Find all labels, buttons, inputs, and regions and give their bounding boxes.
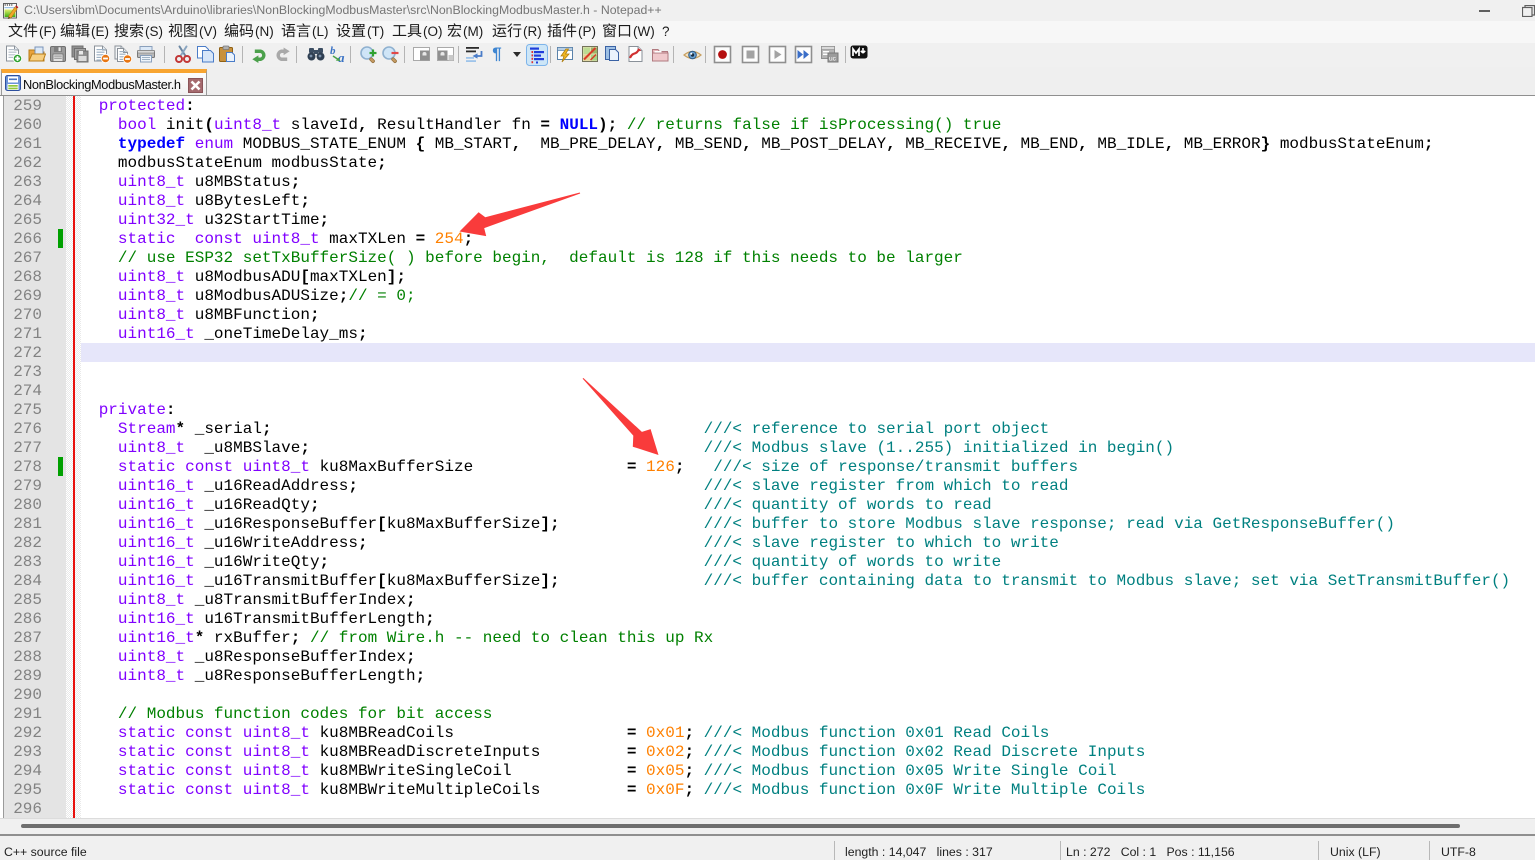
svg-text:(W): (W) <box>633 24 655 39</box>
svg-text:(P): (P) <box>578 24 596 39</box>
svg-text:(T): (T) <box>367 24 384 39</box>
svg-text:(E): (E) <box>91 24 109 39</box>
svg-text:(O): (O) <box>423 24 443 39</box>
svg-text:a: a <box>338 50 345 64</box>
svg-text:(F): (F) <box>39 24 56 39</box>
svg-text:(V): (V) <box>199 24 217 39</box>
svg-text:b: b <box>330 45 336 57</box>
svg-text:uc: uc <box>829 56 837 63</box>
svg-text:(L): (L) <box>312 24 329 39</box>
svg-text:(R): (R) <box>523 24 542 39</box>
svg-text:(S): (S) <box>145 24 163 39</box>
svg-text:(N): (N) <box>255 24 274 39</box>
svg-text:(M): (M) <box>463 24 483 39</box>
